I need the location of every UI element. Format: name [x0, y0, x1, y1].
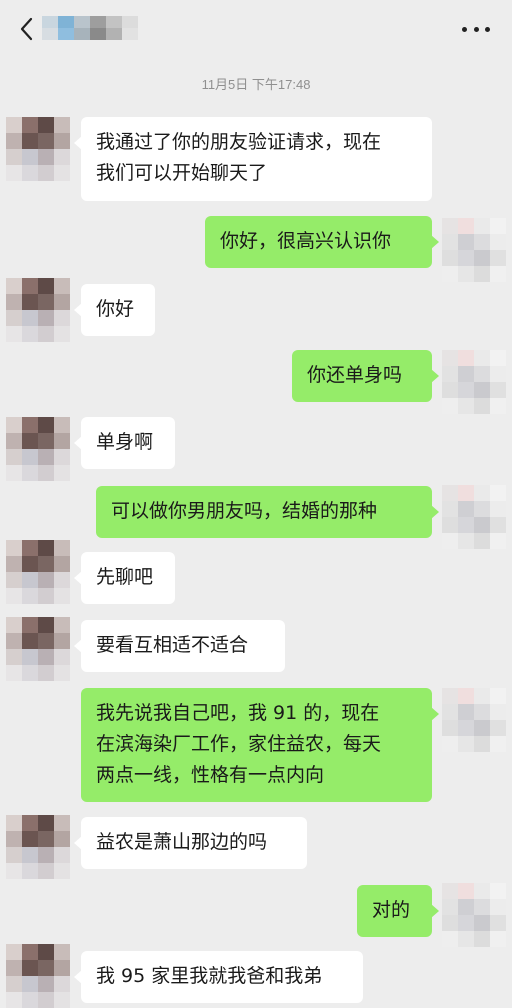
- message-bubble-incoming[interactable]: 你好: [74, 284, 155, 336]
- contact-avatar[interactable]: [6, 617, 70, 681]
- message-bubble-outgoing[interactable]: 我先说我自己吧，我 91 的，现在 在滨海染厂工作，家住益农，每天 两点一线，性…: [81, 688, 439, 802]
- chevron-left-icon: [20, 17, 33, 41]
- contact-avatar[interactable]: [6, 417, 70, 481]
- my-avatar[interactable]: [442, 350, 506, 414]
- message-bubble-incoming[interactable]: 先聊吧: [74, 552, 175, 604]
- message-bubble-outgoing[interactable]: 可以做你男朋友吗，结婚的那种: [96, 486, 439, 538]
- my-avatar[interactable]: [442, 688, 506, 752]
- more-dots-icon: [462, 26, 467, 32]
- my-avatar[interactable]: [442, 485, 506, 549]
- contact-avatar[interactable]: [6, 540, 70, 604]
- message-bubble-outgoing[interactable]: 对的: [357, 885, 439, 937]
- contact-name: [42, 16, 138, 40]
- contact-avatar[interactable]: [6, 117, 70, 181]
- back-button[interactable]: [12, 12, 40, 46]
- message-bubble-incoming[interactable]: 单身啊: [74, 417, 175, 469]
- my-avatar[interactable]: [442, 883, 506, 947]
- more-button[interactable]: [462, 20, 490, 38]
- message-bubble-incoming[interactable]: 我通过了你的朋友验证请求，现在 我们可以开始聊天了: [74, 117, 432, 201]
- top-bar: [0, 0, 512, 58]
- message-bubble-outgoing[interactable]: 你好，很高兴认识你: [205, 216, 439, 268]
- message-bubble-incoming[interactable]: 益农是萧山那边的吗: [74, 817, 307, 869]
- contact-avatar[interactable]: [6, 944, 70, 1008]
- message-timestamp: 11月5日 下午17:48: [201, 77, 311, 92]
- contact-avatar[interactable]: [6, 815, 70, 879]
- message-bubble-incoming[interactable]: 要看互相适不适合: [74, 620, 285, 672]
- contact-avatar[interactable]: [6, 278, 70, 342]
- message-bubble-outgoing[interactable]: 你还单身吗: [292, 350, 439, 402]
- message-bubble-incoming[interactable]: 我 95 家里我就我爸和我弟: [74, 951, 363, 1003]
- my-avatar[interactable]: [442, 218, 506, 282]
